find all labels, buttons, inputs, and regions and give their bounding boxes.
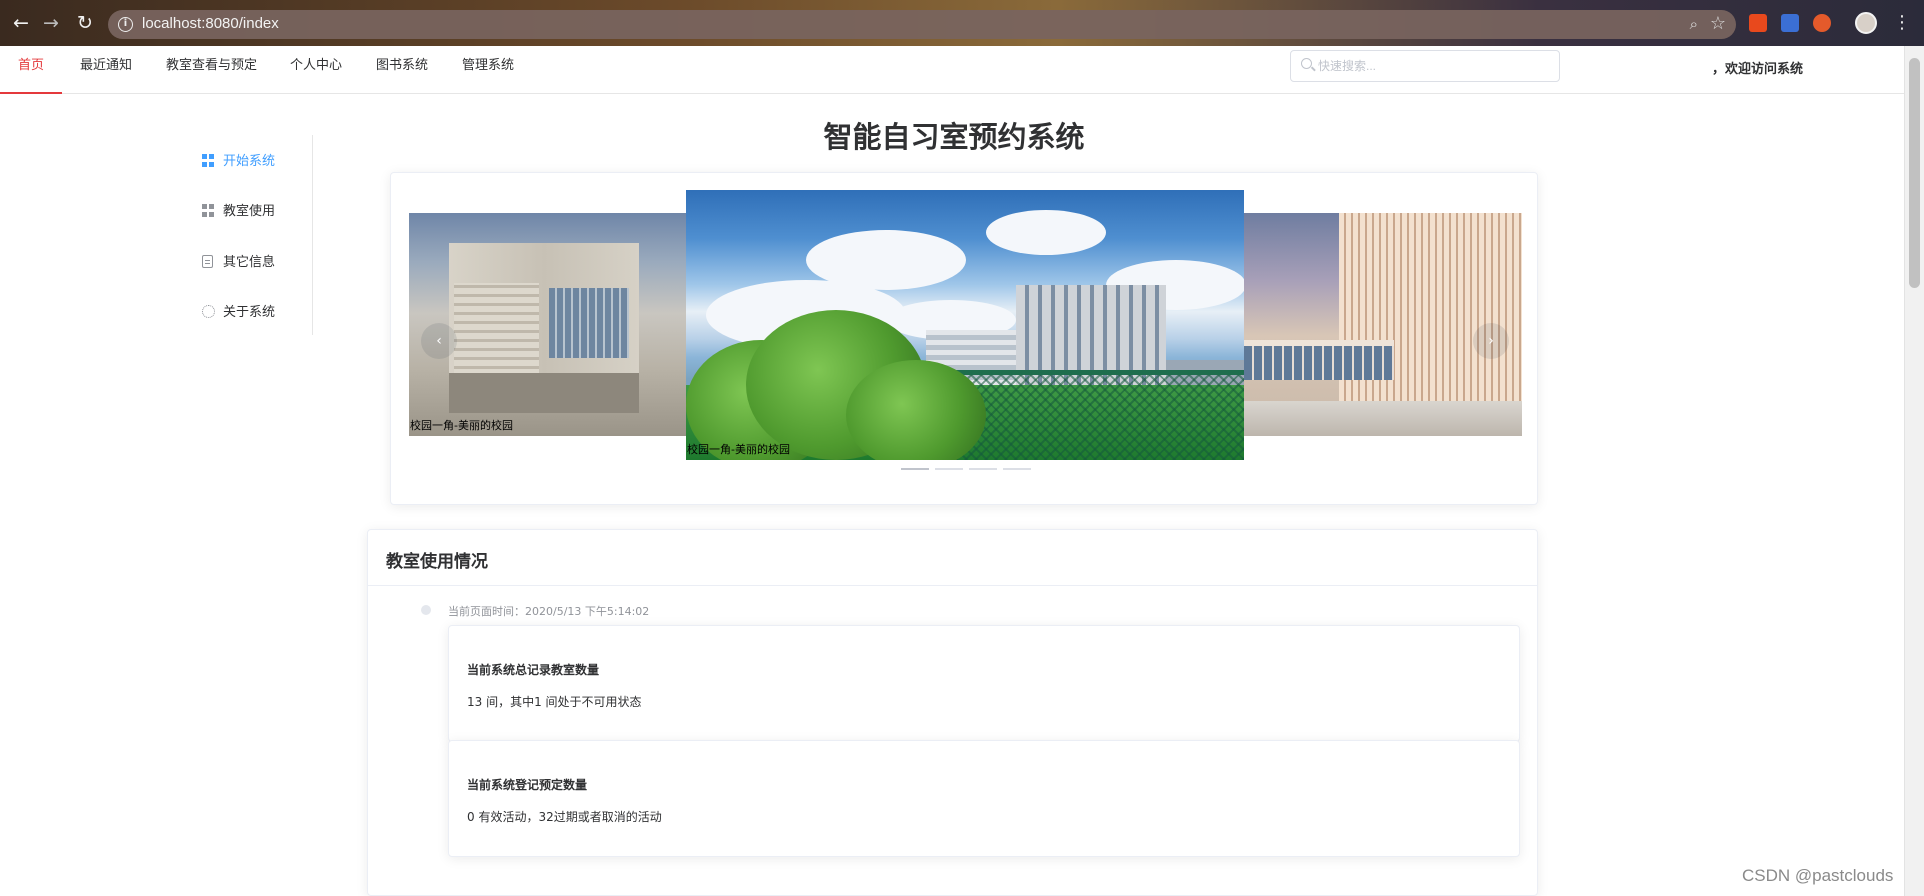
- translate-extension-icon[interactable]: [1781, 14, 1799, 32]
- stat-detail: 13 间，其中1 间处于不可用状态: [467, 695, 642, 709]
- sidebar-item-label: 教室使用: [223, 204, 276, 219]
- browser-toolbar: ← → ↻ i localhost:8080/index ⌕ ☆ ⋮: [0, 0, 1924, 46]
- document-icon: [202, 255, 213, 268]
- welcome-text: ，欢迎访问系统: [1712, 62, 1804, 77]
- sidebar-item-about[interactable]: 关于系统: [185, 286, 312, 336]
- sidebar-item-label: 关于系统: [223, 305, 276, 320]
- slide-caption: 校园一角-美丽的校园: [687, 443, 790, 456]
- slide-caption: 校园一角-美丽的校园: [410, 419, 513, 432]
- nav-item-admin[interactable]: 管理系统: [444, 46, 532, 94]
- fence-image: [956, 370, 1244, 460]
- timeline-timestamp: 当前页面时间：2020/5/13 下午5:14:02: [448, 605, 650, 618]
- carousel-indicator[interactable]: [935, 468, 963, 470]
- url-text[interactable]: localhost:8080/index: [142, 15, 279, 32]
- carousel-slide[interactable]: 校园一角-美丽的校园: [409, 213, 687, 436]
- page-title: 智能自习室预约系统: [823, 120, 1085, 154]
- carousel-slide-active[interactable]: 校园一角-美丽的校园: [686, 190, 1244, 460]
- campus-carousel: 校园一角-美丽的校园 校园一角-美丽的校园 ‹ ›: [390, 172, 1538, 505]
- stat-card-reservations: 当前系统登记预定数量 0 有效活动，32过期或者取消的活动: [448, 740, 1520, 857]
- sidebar-item-other-info[interactable]: 其它信息: [185, 236, 312, 286]
- carousel-indicators: [901, 468, 1037, 487]
- stat-detail: 0 有效活动，32过期或者取消的活动: [467, 810, 662, 824]
- sidebar-item-label: 开始系统: [223, 154, 276, 169]
- reload-icon[interactable]: ↻: [74, 12, 96, 34]
- address-bar[interactable]: i localhost:8080/index ⌕ ☆: [108, 10, 1736, 39]
- campus-building-image: [449, 243, 639, 413]
- carousel-prev-icon[interactable]: ‹: [421, 323, 457, 359]
- card-header: 教室使用情况: [368, 530, 1537, 586]
- watermark: CSDN @pastclouds: [1742, 866, 1894, 885]
- gear-icon: [202, 305, 215, 318]
- office-extension-icon[interactable]: [1749, 14, 1767, 32]
- stat-title: 当前系统登记预定数量: [467, 778, 588, 792]
- profile-avatar[interactable]: [1855, 12, 1877, 34]
- nav-item-home[interactable]: 首页: [0, 46, 63, 94]
- carousel-indicator[interactable]: [1003, 468, 1031, 470]
- quick-search[interactable]: [1290, 50, 1560, 82]
- stat-title: 当前系统总记录教室数量: [467, 663, 600, 677]
- search-input[interactable]: [1318, 56, 1548, 76]
- grid-icon: [202, 204, 215, 217]
- page-scrollbar[interactable]: [1904, 46, 1924, 896]
- top-navigation: 首页 最近通知 教室查看与预定 个人中心 图书系统 管理系统 ，欢迎访问系统: [0, 46, 1904, 94]
- carousel-indicator[interactable]: [969, 468, 997, 470]
- nav-item-library[interactable]: 图书系统: [358, 46, 446, 94]
- sidebar-item-classroom-usage[interactable]: 教室使用: [185, 185, 312, 235]
- browser-menu-icon[interactable]: ⋮: [1893, 12, 1911, 34]
- site-info-icon[interactable]: i: [118, 17, 133, 32]
- sidebar-menu: 开始系统 教室使用 其它信息 关于系统: [185, 135, 313, 335]
- adblock-extension-icon[interactable]: [1813, 14, 1831, 32]
- nav-item-personal-center[interactable]: 个人中心: [272, 46, 360, 94]
- carousel-slide[interactable]: [1244, 213, 1522, 436]
- carousel-indicator[interactable]: [901, 468, 929, 470]
- scrollbar-thumb[interactable]: [1909, 58, 1920, 288]
- zoom-icon[interactable]: ⌕: [1690, 15, 1698, 33]
- search-icon: [1301, 58, 1312, 69]
- grid-icon: [202, 154, 215, 167]
- timeline-dot: [421, 605, 431, 615]
- sidebar-item-start[interactable]: 开始系统: [185, 135, 312, 185]
- nav-item-classroom-booking[interactable]: 教室查看与预定: [148, 46, 275, 94]
- bookmark-star-icon[interactable]: ☆: [1710, 13, 1726, 34]
- classroom-usage-card: 教室使用情况 当前页面时间：2020/5/13 下午5:14:02 当前系统总记…: [367, 529, 1538, 896]
- forward-icon[interactable]: →: [40, 12, 62, 34]
- stat-card-classrooms: 当前系统总记录教室数量 13 间，其中1 间处于不可用状态: [448, 625, 1520, 742]
- carousel-next-icon[interactable]: ›: [1473, 323, 1509, 359]
- back-icon[interactable]: ←: [10, 12, 32, 34]
- nav-item-notices[interactable]: 最近通知: [62, 46, 150, 94]
- sidebar-item-label: 其它信息: [223, 255, 276, 270]
- card-title: 教室使用情况: [386, 552, 488, 572]
